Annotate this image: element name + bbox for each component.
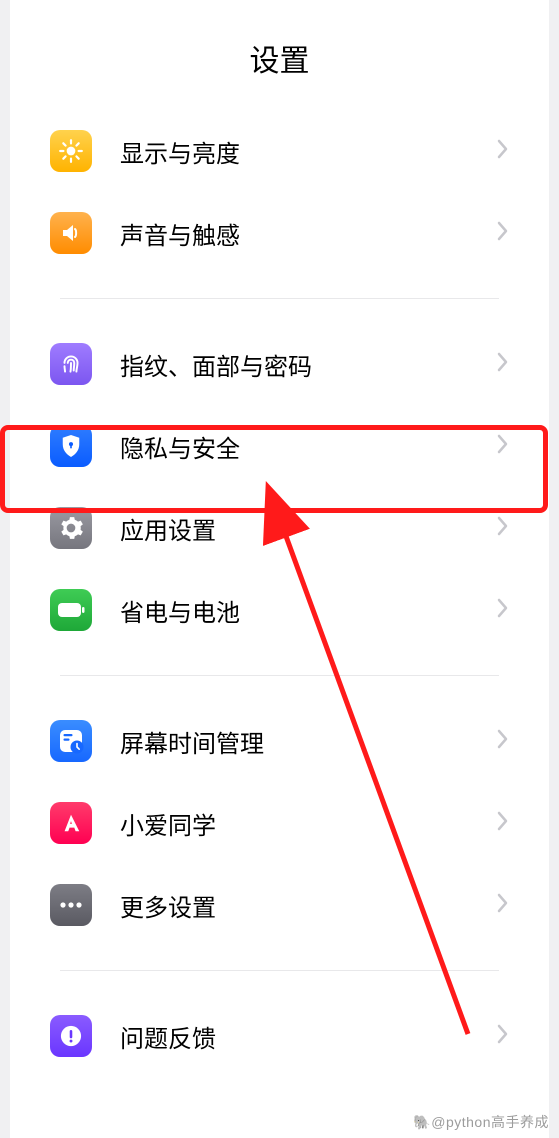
watermark: 🐘@python高手养成 [413, 1112, 549, 1132]
speaker-icon [50, 212, 92, 254]
chevron-right-icon [497, 138, 509, 165]
group-divider [60, 298, 499, 299]
settings-row-screentime[interactable]: 屏幕时间管理 [10, 700, 549, 782]
settings-row-label: 屏幕时间管理 [120, 724, 497, 759]
dots-icon [50, 884, 92, 926]
chevron-right-icon [497, 351, 509, 378]
chevron-right-icon [497, 728, 509, 755]
settings-group: 问题反馈 [10, 995, 549, 1077]
settings-row-label: 小爱同学 [120, 806, 497, 841]
settings-row-label: 更多设置 [120, 888, 497, 923]
settings-row-biometric[interactable]: 指纹、面部与密码 [10, 323, 549, 405]
group-divider [60, 675, 499, 676]
settings-list: 显示与亮度声音与触感指纹、面部与密码隐私与安全应用设置省电与电池屏幕时间管理小爱… [10, 110, 549, 1077]
chevron-right-icon [497, 433, 509, 460]
settings-row-more[interactable]: 更多设置 [10, 864, 549, 946]
group-divider [60, 970, 499, 971]
settings-row-label: 隐私与安全 [120, 429, 497, 464]
chevron-right-icon [497, 597, 509, 624]
settings-row-display[interactable]: 显示与亮度 [10, 110, 549, 192]
chevron-right-icon [497, 892, 509, 919]
settings-group: 屏幕时间管理小爱同学更多设置 [10, 700, 549, 946]
settings-row-sound[interactable]: 声音与触感 [10, 192, 549, 274]
settings-row-label: 指纹、面部与密码 [120, 347, 497, 382]
settings-row-label: 省电与电池 [120, 593, 497, 628]
gear-icon [50, 507, 92, 549]
settings-row-apps[interactable]: 应用设置 [10, 487, 549, 569]
sun-icon [50, 130, 92, 172]
settings-screen: 设置 显示与亮度声音与触感指纹、面部与密码隐私与安全应用设置省电与电池屏幕时间管… [10, 0, 549, 1138]
settings-row-battery[interactable]: 省电与电池 [10, 569, 549, 651]
shield-icon [50, 425, 92, 467]
settings-row-label: 问题反馈 [120, 1019, 497, 1054]
chevron-right-icon [497, 515, 509, 542]
settings-group: 显示与亮度声音与触感 [10, 110, 549, 274]
chevron-right-icon [497, 1023, 509, 1050]
ai-icon [50, 802, 92, 844]
settings-row-privacy[interactable]: 隐私与安全 [10, 405, 549, 487]
settings-row-feedback[interactable]: 问题反馈 [10, 995, 549, 1077]
exclamation-icon [50, 1015, 92, 1057]
fingerprint-icon [50, 343, 92, 385]
settings-row-label: 声音与触感 [120, 216, 497, 251]
chevron-right-icon [497, 220, 509, 247]
settings-group: 指纹、面部与密码隐私与安全应用设置省电与电池 [10, 323, 549, 651]
chevron-right-icon [497, 810, 509, 837]
page-title: 设置 [10, 36, 549, 110]
settings-row-label: 应用设置 [120, 511, 497, 546]
battery-icon [50, 589, 92, 631]
settings-row-label: 显示与亮度 [120, 134, 497, 169]
settings-row-xiaoai[interactable]: 小爱同学 [10, 782, 549, 864]
clock-icon [50, 720, 92, 762]
